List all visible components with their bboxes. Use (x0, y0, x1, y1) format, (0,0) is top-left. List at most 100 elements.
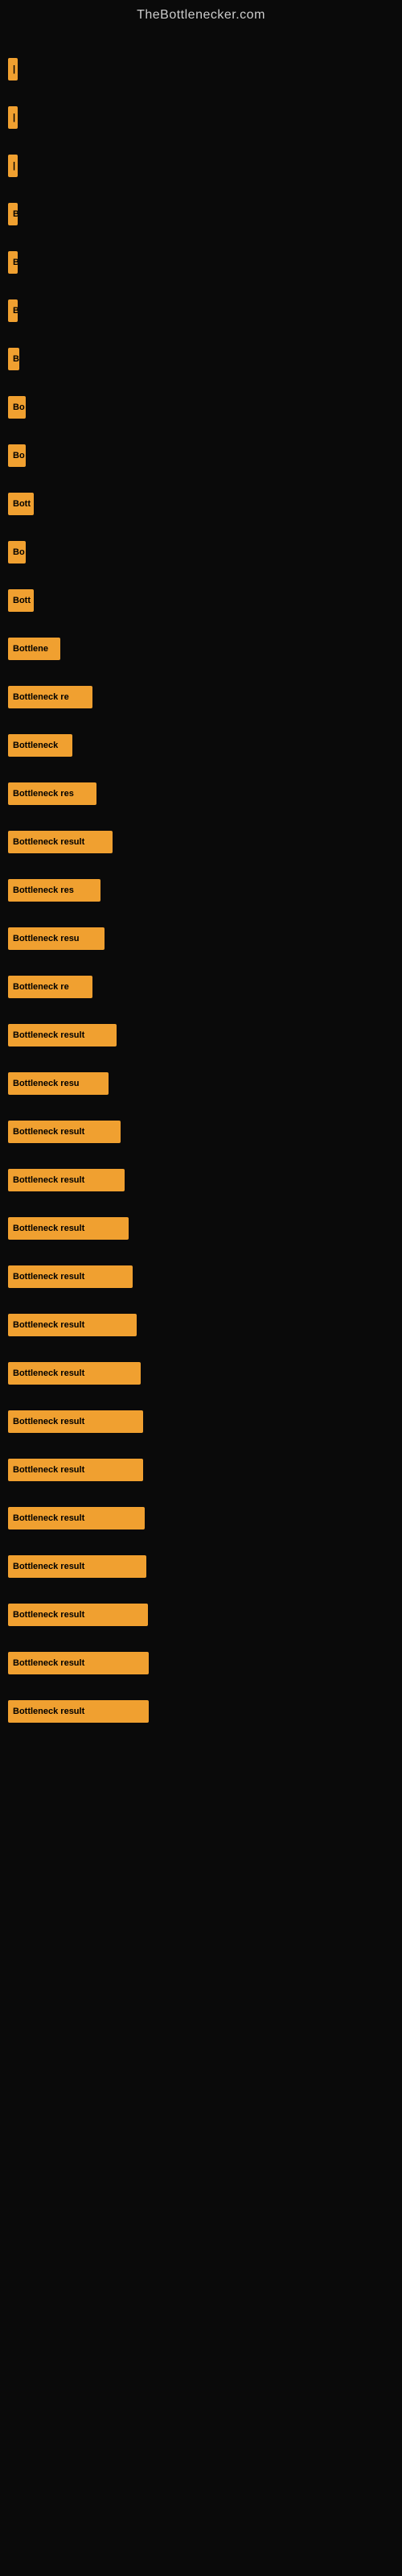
bar-row: B (8, 335, 394, 383)
bar-row: B (8, 190, 394, 238)
bar-row: Bottleneck result (8, 1156, 394, 1204)
bottleneck-bar: | (8, 58, 18, 80)
bar-label: B (13, 209, 18, 219)
bottleneck-bar: Bottleneck result (8, 1265, 133, 1288)
bottleneck-bar: B (8, 203, 18, 225)
bar-label: B (13, 258, 18, 267)
bar-label: Bottleneck result (13, 1224, 84, 1233)
bottleneck-bar: Bott (8, 493, 34, 515)
bar-row: Bo (8, 431, 394, 480)
bar-row: Bo (8, 383, 394, 431)
bar-row: Bottleneck result (8, 1349, 394, 1397)
bar-row: | (8, 142, 394, 190)
bottleneck-bar: Bo (8, 396, 26, 419)
bar-row: | (8, 93, 394, 142)
bar-row: Bottleneck result (8, 1204, 394, 1253)
bar-row: Bottleneck result (8, 818, 394, 866)
bottleneck-bar: Bottleneck result (8, 1410, 143, 1433)
bottleneck-bar: B (8, 299, 18, 322)
bottleneck-bar: Bottleneck result (8, 1314, 137, 1336)
bar-label: Bottleneck result (13, 1320, 84, 1330)
bar-label: Bott (13, 596, 31, 605)
bar-label: Bottleneck result (13, 1030, 84, 1040)
bar-label: Bottleneck result (13, 1368, 84, 1378)
bar-label: Bottleneck result (13, 1658, 84, 1668)
bottleneck-bar: B (8, 348, 19, 370)
bar-label: | (13, 113, 15, 122)
bottleneck-bar: Bottleneck res (8, 782, 96, 805)
bottleneck-bar: Bottleneck result (8, 831, 113, 853)
bottleneck-bar: Bottleneck res (8, 879, 100, 902)
bottleneck-bar: Bo (8, 541, 26, 564)
bar-label: Bottleneck result (13, 1465, 84, 1475)
bottleneck-bar: Bottleneck result (8, 1652, 149, 1674)
bar-row: Bottleneck result (8, 1301, 394, 1349)
bar-row: Bottleneck result (8, 1542, 394, 1591)
bar-row: Bottleneck resu (8, 914, 394, 963)
bar-label: Bottleneck result (13, 837, 84, 847)
bottleneck-bar: Bottlene (8, 638, 60, 660)
bottleneck-bar: | (8, 106, 18, 129)
bar-row: Bott (8, 576, 394, 625)
bottleneck-bar: Bottleneck result (8, 1604, 148, 1626)
bar-row: B (8, 287, 394, 335)
bottleneck-bar: Bottleneck resu (8, 927, 105, 950)
bar-row: Bottleneck result (8, 1494, 394, 1542)
bars-container: | | | B B B B Bo Bo Bott Bo Bott Bottlene Bottleneck … (0, 29, 402, 1752)
bar-row: Bottlene (8, 625, 394, 673)
bar-label: B (13, 354, 19, 364)
bottleneck-bar: Bottleneck result (8, 1459, 143, 1481)
bottleneck-bar: Bottleneck (8, 734, 72, 757)
bar-row: Bottleneck result (8, 1687, 394, 1736)
bottleneck-bar: Bottleneck re (8, 686, 92, 708)
bar-row: Bottleneck res (8, 770, 394, 818)
bar-row: Bottleneck re (8, 673, 394, 721)
bar-label: Bottleneck result (13, 1610, 84, 1620)
bottleneck-bar: Bottleneck result (8, 1169, 125, 1191)
bar-label: Bo (13, 402, 25, 412)
bar-row: Bottleneck re (8, 963, 394, 1011)
bar-label: Bottleneck result (13, 1127, 84, 1137)
bar-row: Bott (8, 480, 394, 528)
bar-label: | (13, 64, 15, 74)
bottleneck-bar: B (8, 251, 18, 274)
bottleneck-bar: Bottleneck result (8, 1217, 129, 1240)
bar-label: Bottleneck res (13, 789, 74, 799)
bar-row: Bottleneck result (8, 1011, 394, 1059)
bottleneck-bar: Bottleneck re (8, 976, 92, 998)
bar-label: Bottleneck result (13, 1513, 84, 1523)
bar-label: Bottleneck result (13, 1175, 84, 1185)
bar-label: Bottleneck result (13, 1562, 84, 1571)
bar-label: | (13, 161, 15, 171)
bar-row: Bottleneck result (8, 1591, 394, 1639)
bar-row: | (8, 45, 394, 93)
bottleneck-bar: Bottleneck result (8, 1024, 117, 1046)
bar-row: Bottleneck result (8, 1108, 394, 1156)
bar-row: B (8, 238, 394, 287)
bar-row: Bottleneck result (8, 1446, 394, 1494)
bar-label: Bottleneck result (13, 1272, 84, 1282)
bar-label: Bo (13, 547, 25, 557)
bottleneck-bar: Bottleneck resu (8, 1072, 109, 1095)
bottleneck-bar: Bottleneck result (8, 1507, 145, 1530)
bar-label: Bottleneck (13, 741, 58, 750)
bar-label: Bottleneck re (13, 982, 69, 992)
bottleneck-bar: Bottleneck result (8, 1700, 149, 1723)
bar-label: Bo (13, 451, 25, 460)
bar-label: Bottlene (13, 644, 48, 654)
bottleneck-bar: Bott (8, 589, 34, 612)
bar-row: Bottleneck res (8, 866, 394, 914)
bar-label: Bottleneck resu (13, 1079, 80, 1088)
bottleneck-bar: | (8, 155, 18, 177)
site-title: TheBottlenecker.com (0, 0, 402, 29)
bar-label: Bottleneck re (13, 692, 69, 702)
bar-row: Bottleneck resu (8, 1059, 394, 1108)
bar-row: Bo (8, 528, 394, 576)
bar-label: Bottleneck resu (13, 934, 80, 943)
bottleneck-bar: Bottleneck result (8, 1121, 121, 1143)
bar-row: Bottleneck result (8, 1397, 394, 1446)
bar-row: Bottleneck result (8, 1253, 394, 1301)
bottleneck-bar: Bottleneck result (8, 1555, 146, 1578)
bar-label: Bott (13, 499, 31, 509)
bar-label: B (13, 306, 18, 316)
